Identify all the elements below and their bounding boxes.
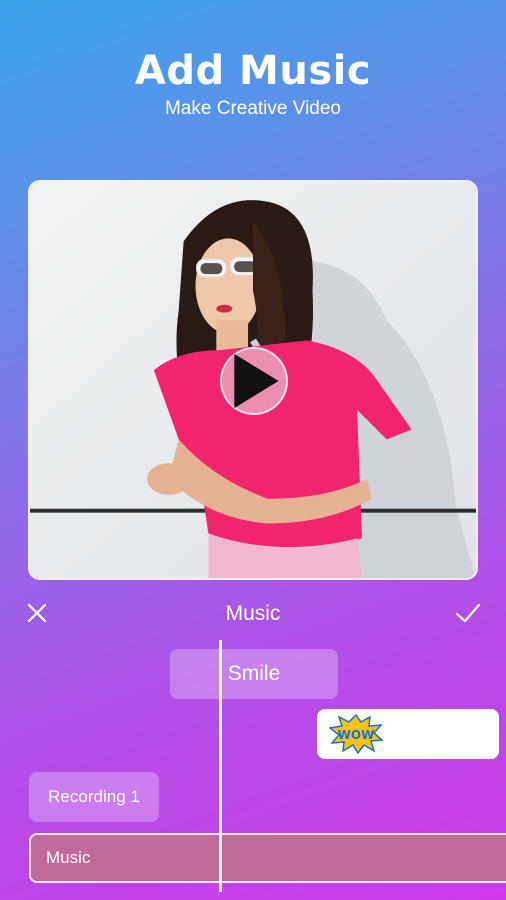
text-clip[interactable]: Smile [170, 649, 338, 699]
music-clip[interactable]: Music [29, 833, 506, 883]
wow-sticker-icon: WOW [329, 714, 383, 754]
sticker-clip[interactable]: WOW [317, 709, 499, 759]
editor-title: Music [225, 602, 281, 625]
page-subtitle: Make Creative Video [164, 98, 342, 119]
timeline-playhead[interactable] [219, 640, 222, 892]
page-title: Add Music [134, 48, 372, 94]
confirm-button[interactable] [454, 600, 482, 626]
recording-clip[interactable]: Recording 1 [29, 772, 159, 822]
check-icon [455, 603, 481, 623]
wow-sticker-text: WOW [338, 728, 375, 742]
play-button[interactable] [220, 347, 288, 415]
play-icon [234, 353, 279, 409]
video-preview[interactable] [28, 180, 478, 580]
